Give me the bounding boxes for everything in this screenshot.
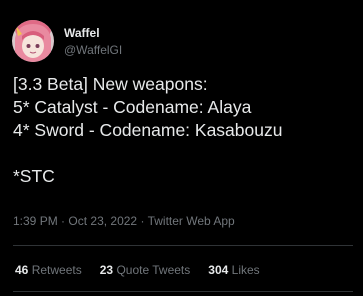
divider (13, 291, 353, 292)
avatar-image (12, 20, 54, 62)
likes-stat[interactable]: 304 Likes (208, 263, 259, 277)
quotes-count: 23 (99, 263, 114, 277)
divider (13, 245, 353, 246)
tweet-meta: 1:39 PM · Oct 23, 2022 · Twitter Web App (13, 214, 235, 228)
author-name[interactable]: Waffel (64, 26, 100, 40)
tweet-line: [3.3 Beta] New weapons: (13, 74, 208, 94)
tweet-source[interactable]: Twitter Web App (148, 214, 235, 228)
retweets-count: 46 (15, 263, 29, 277)
tweet-stats: 46 Retweets 23 Quote Tweets 304 Likes (15, 263, 260, 277)
tweet-line: 4* Sword - Codename: Kasabouzu (13, 120, 283, 140)
tweet-date[interactable]: Oct 23, 2022 (68, 214, 137, 228)
likes-label: Likes (231, 263, 260, 277)
likes-count: 304 (208, 263, 229, 277)
meta-separator: · (140, 214, 145, 228)
avatar[interactable] (12, 20, 54, 62)
tweet-line: *STC (13, 166, 55, 186)
author-handle[interactable]: @WaffelGI (64, 43, 122, 57)
retweets-stat[interactable]: 46 Retweets (15, 263, 82, 277)
retweets-label: Retweets (31, 263, 82, 277)
meta-separator: · (61, 214, 66, 228)
tweet: Waffel @WaffelGI [3.3 Beta] New weapons:… (0, 0, 363, 296)
quotes-stat[interactable]: 23 Quote Tweets (100, 263, 191, 277)
tweet-time[interactable]: 1:39 PM (13, 214, 58, 228)
quotes-label: Quote Tweets (116, 263, 191, 277)
tweet-line: 5* Catalyst - Codename: Alaya (13, 97, 252, 117)
tweet-text: [3.3 Beta] New weapons: 5* Catalyst - Co… (13, 73, 353, 188)
